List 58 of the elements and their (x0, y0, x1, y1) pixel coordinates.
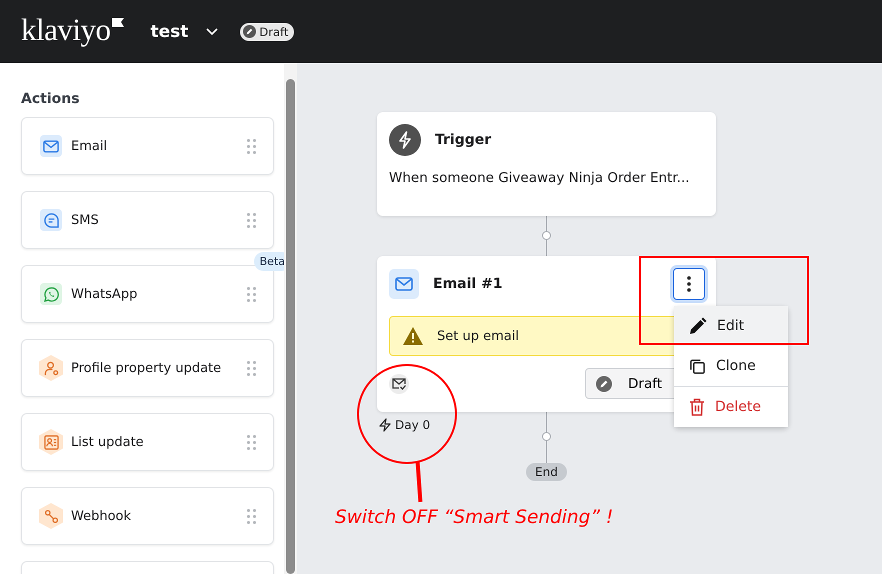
lightning-icon (379, 418, 391, 432)
phone-bubble-icon (40, 283, 62, 305)
action-label: List update (71, 434, 145, 450)
menu-item[interactable]: Delete (674, 387, 788, 427)
end-node: End (526, 463, 567, 481)
action-label: WhatsApp (71, 286, 138, 302)
scrollbar[interactable] (284, 63, 297, 574)
pencil-icon (243, 25, 256, 38)
trigger-description: When someone Giveaway Ninja Order Entr... (389, 170, 691, 186)
action-label: Profile property update (71, 360, 222, 376)
envelope-icon (389, 269, 419, 299)
drag-handle-icon[interactable] (247, 508, 256, 524)
envelope-check-icon (389, 374, 409, 394)
delay-text: Day 0 (395, 418, 430, 432)
connector-dot (542, 432, 551, 441)
pencil-icon (596, 376, 612, 392)
flag-icon (112, 18, 124, 28)
trigger-card[interactable]: Trigger When someone Giveaway Ninja Order Entr... (377, 112, 716, 216)
more-options-button[interactable] (673, 268, 705, 300)
email-card[interactable]: Email #1 Set up email Draft (377, 256, 716, 412)
action-label: SMS (71, 212, 100, 228)
chat-bubble-icon (40, 209, 62, 231)
action-card[interactable]: Webhook (21, 487, 274, 545)
drag-handle-icon[interactable] (247, 212, 256, 228)
contact-card-icon (39, 429, 63, 455)
email-title: Email #1 (433, 276, 504, 292)
action-label: Email (71, 138, 108, 154)
menu-item[interactable]: Edit (674, 306, 788, 346)
chevron-down-icon[interactable] (206, 28, 218, 36)
sidebar-heading: Actions (21, 91, 81, 107)
drag-handle-icon[interactable] (247, 434, 256, 450)
logo[interactable]: klaviyo (21, 14, 110, 45)
trash-icon (689, 398, 705, 416)
flow-name: test (150, 22, 188, 42)
lightning-icon (389, 124, 421, 156)
action-label: Webhook (71, 508, 132, 524)
pencil-icon (689, 317, 707, 335)
envelope-icon (40, 135, 62, 157)
action-card[interactable]: SMS (21, 191, 274, 249)
drag-handle-icon[interactable] (247, 360, 256, 376)
vertical-dots-icon (687, 276, 691, 292)
scrollbar-thumb[interactable] (286, 79, 295, 574)
trigger-title: Trigger (435, 132, 492, 148)
action-card[interactable]: WhatsApp (21, 265, 274, 323)
warning-icon (403, 327, 423, 345)
connector-dot (542, 231, 551, 240)
action-card[interactable]: Email (21, 117, 274, 175)
status-text: Draft (259, 24, 288, 38)
person-icon (39, 355, 63, 381)
copy-icon (689, 358, 706, 374)
menu-item[interactable]: Clone (674, 346, 788, 386)
drag-handle-icon[interactable] (247, 138, 256, 154)
action-card[interactable]: List update (21, 413, 274, 471)
annotation-text: Switch OFF “Smart Sending” ! (335, 507, 614, 528)
drag-handle-icon[interactable] (247, 286, 256, 302)
linked-nodes-icon (39, 503, 63, 529)
warning-text: Set up email (437, 328, 519, 344)
action-card[interactable]: Profile property update (21, 339, 274, 397)
